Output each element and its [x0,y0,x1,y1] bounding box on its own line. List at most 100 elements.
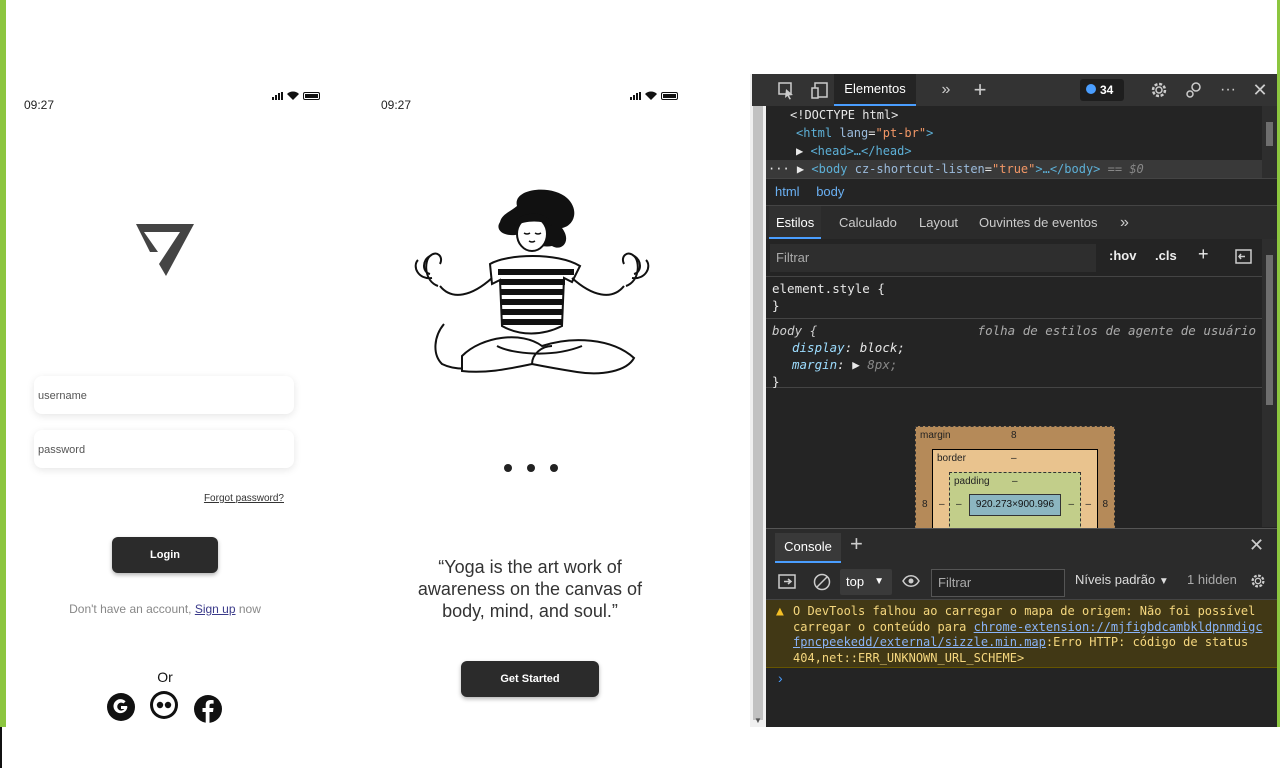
dom-html[interactable]: <html lang="pt-br"> [766,124,1262,142]
issues-badge[interactable]: 34 [1080,79,1124,101]
devtools-panel: Elementos » + 34 ··· ✕ <!DOCTYPE html> <… [752,74,1277,727]
battery-icon [303,91,320,100]
signup-prefix: Don't have an account, [69,602,195,616]
breadcrumb-body[interactable]: body [816,184,844,199]
yoga-quote: “Yoga is the art work of awareness on th… [396,556,664,622]
meditation-illustration [414,189,650,375]
console-filter-input[interactable]: Filtrar [931,569,1065,597]
login-screen: 09:27 username password Forgot password?… [6,74,354,727]
signup-prompt: Don't have an account, Sign up now [6,602,324,616]
settings-gear-icon[interactable] [1149,80,1169,100]
more-tabs-icon[interactable]: » [936,80,956,100]
add-tab-icon[interactable]: + [970,79,990,101]
console-warning-message: ▲ O DevTools falhou ao carregar o mapa d… [766,600,1277,668]
pager-dot[interactable] [504,464,512,472]
styles-scrollbar[interactable] [1262,239,1277,527]
rule-selector[interactable]: body { [772,323,817,338]
console-sidebar-icon[interactable] [778,574,796,589]
console-toolbar: top ▼ Filtrar Níveis padrão ▼ 1 hidden [766,564,1277,600]
password-input[interactable]: password [34,430,294,468]
close-devtools-icon[interactable]: ✕ [1250,80,1270,100]
quote-line: awareness on the canvas of [417,579,643,599]
cls-toggle[interactable]: .cls [1155,248,1177,263]
dom-head[interactable]: ▶ <head>…</head> [766,142,1262,160]
signup-suffix: now [235,602,261,616]
console-settings-gear-icon[interactable] [1249,572,1267,590]
onboarding-screen: 09:27 “Yoga is the art work of awareness… [366,74,714,727]
wifi-icon [287,91,299,100]
google-icon[interactable] [106,692,136,722]
drawer-tabbar: Console + ✕ [766,528,1277,564]
breadcrumb: html body [766,178,1277,206]
login-button[interactable]: Login [112,537,218,573]
element-style-rule: element.style { } [766,277,1262,319]
add-drawer-tab-icon[interactable]: + [850,531,863,557]
toggle-sidebar-icon[interactable] [1235,249,1252,264]
more-subtabs-icon[interactable]: » [1120,206,1129,239]
forgot-password-link[interactable]: Forgot password? [204,493,284,504]
box-model-content[interactable]: 920.273×900.996 [969,494,1061,516]
css-property-margin[interactable]: margin: ▶ 8px; [772,356,1262,373]
more-options-icon[interactable]: ··· [1218,80,1238,100]
context-value: top [846,574,865,589]
customize-icon[interactable] [1184,80,1204,100]
facebook-icon[interactable] [193,694,223,724]
page-scrollbar[interactable]: ▲ ▼ [750,74,766,727]
device-toolbar-icon[interactable] [810,80,830,100]
tab-styles[interactable]: Estilos [769,206,822,239]
rule-close: } [772,298,780,313]
tab-computed[interactable]: Calculado [839,206,897,239]
tab-console[interactable]: Console [775,533,841,563]
context-selector[interactable]: top ▼ [840,569,892,595]
status-icons [272,91,320,100]
chevron-down-icon: ▼ [874,576,884,587]
css-property-display[interactable]: display: block; [772,339,1262,356]
rule-selector[interactable]: element.style { [772,280,1262,297]
body-ua-rule: body { folha de estilos de agente de usu… [766,319,1262,389]
issues-icon [1086,84,1096,94]
styles-filter-input[interactable]: Filtrar [770,244,1096,272]
warning-icon: ▲ [776,604,784,619]
expand-icon: ▶ [796,144,811,158]
scrollbar-thumb[interactable] [1266,255,1273,405]
devtools-toolbar: Elementos » + 34 ··· ✕ [752,74,1277,106]
tab-event-listeners[interactable]: Ouvintes de eventos [979,206,1098,239]
scrollbar-thumb[interactable] [753,90,763,720]
live-expression-eye-icon[interactable] [902,574,920,588]
hov-toggle[interactable]: :hov [1109,248,1136,263]
signup-link[interactable]: Sign up [195,602,236,616]
log-levels-dropdown[interactable]: Níveis padrão ▼ [1075,572,1169,587]
rule-source: folha de estilos de agente de usuário [977,323,1256,338]
tab-elements[interactable]: Elementos [834,74,916,106]
app-logo-icon [136,224,194,276]
quote-line: body, mind, and soul.” [442,601,618,621]
pager-dots [504,464,558,472]
username-input[interactable]: username [34,376,294,414]
dom-doctype[interactable]: <!DOCTYPE html> [766,106,1262,124]
styles-filter-row: Filtrar :hov .cls + [766,239,1262,277]
signal-icon [630,91,641,100]
issues-count: 34 [1100,83,1114,97]
scrollbar-thumb[interactable] [1266,122,1273,146]
console-prompt[interactable]: › [778,670,783,686]
tab-layout[interactable]: Layout [919,206,958,239]
expand-icon: ▶ [796,162,812,176]
dom-body[interactable]: ··· ▶ <body cz-shortcut-listen="true">…<… [766,160,1262,178]
close-drawer-icon[interactable]: ✕ [1249,535,1264,556]
taskbar-edge [0,727,2,768]
desktop-frame: 09:27 username password Forgot password?… [0,0,1280,768]
flickr-icon[interactable] [149,690,179,720]
clear-console-icon[interactable] [813,573,831,591]
inspect-element-icon[interactable] [776,80,796,100]
dom-scrollbar[interactable] [1262,106,1277,178]
pager-dot[interactable] [527,464,535,472]
battery-icon [661,91,678,100]
wifi-icon [645,91,657,100]
new-rule-icon[interactable]: + [1198,244,1209,265]
pager-dot[interactable] [550,464,558,472]
log-levels-label: Níveis padrão [1075,572,1156,587]
get-started-button[interactable]: Get Started [461,661,599,697]
scroll-down-icon[interactable]: ▼ [754,716,762,725]
chevron-down-icon: ▼ [1158,576,1169,587]
breadcrumb-html[interactable]: html [775,184,800,199]
